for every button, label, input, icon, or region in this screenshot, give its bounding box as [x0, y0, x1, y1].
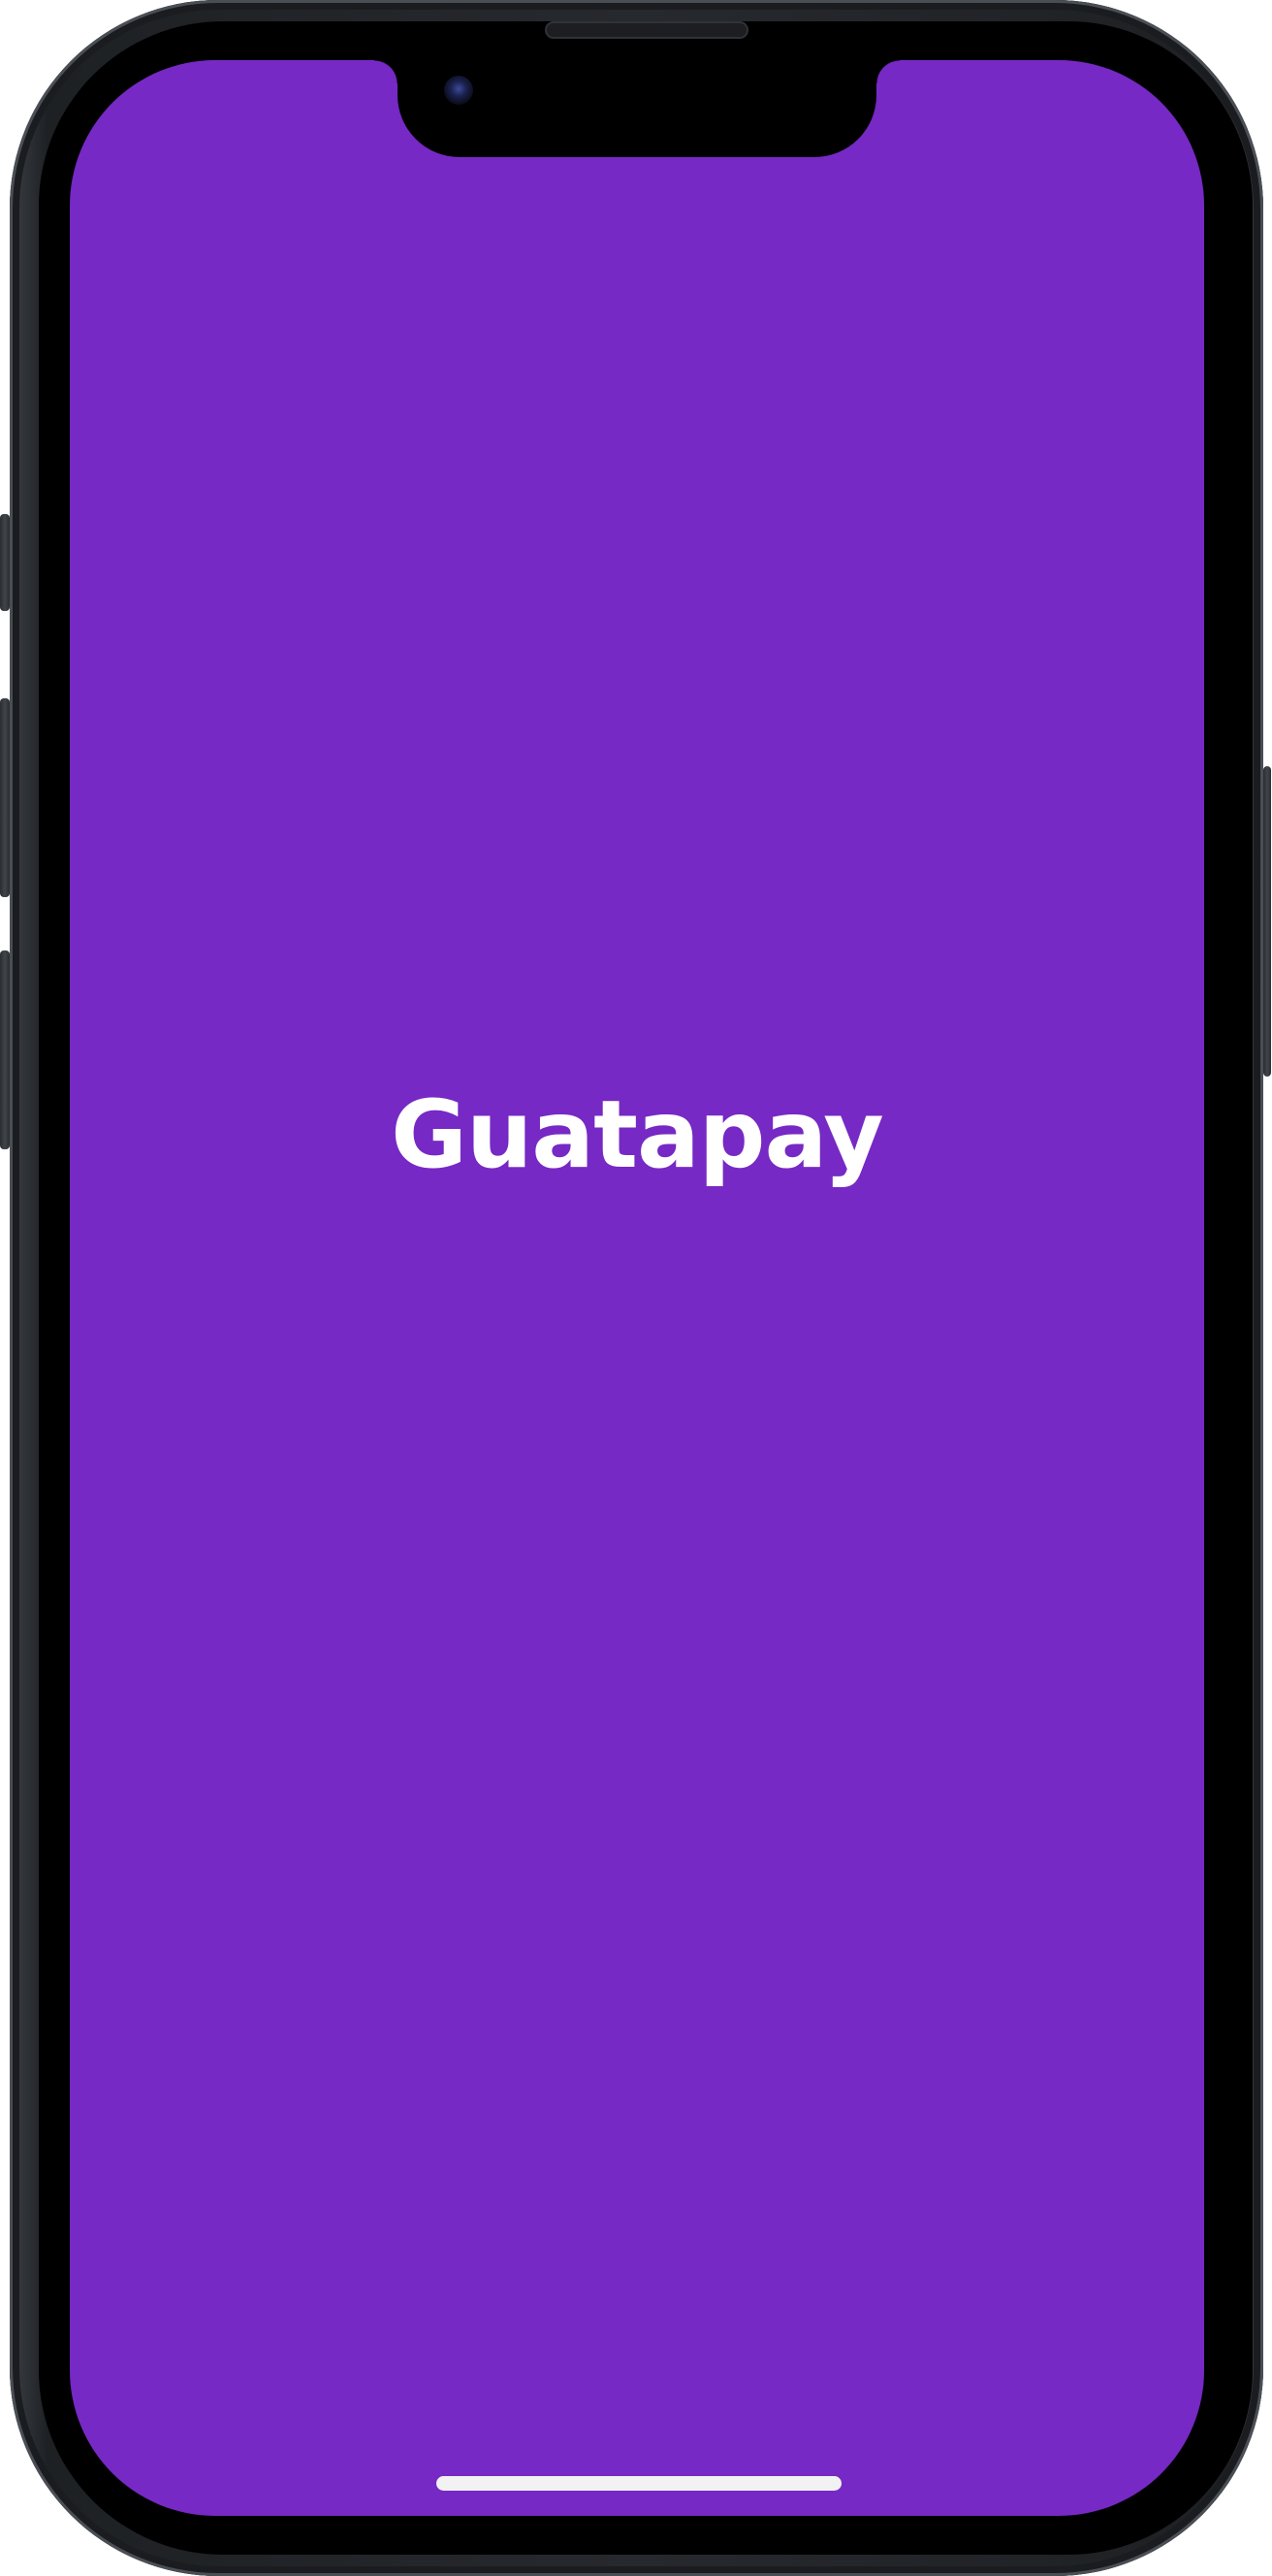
camera-lens-icon: [444, 76, 473, 105]
speaker-grille-icon: [545, 21, 748, 39]
volume-up-button: [0, 698, 10, 897]
home-indicator[interactable]: [436, 2476, 842, 2491]
power-button: [1263, 766, 1271, 1077]
display-notch: [374, 60, 900, 157]
app-logo-wordmark: Guatapay: [391, 1080, 884, 1189]
silent-switch: [0, 514, 10, 611]
app-screen: Guatapay: [70, 60, 1204, 2516]
volume-down-button: [0, 950, 10, 1149]
